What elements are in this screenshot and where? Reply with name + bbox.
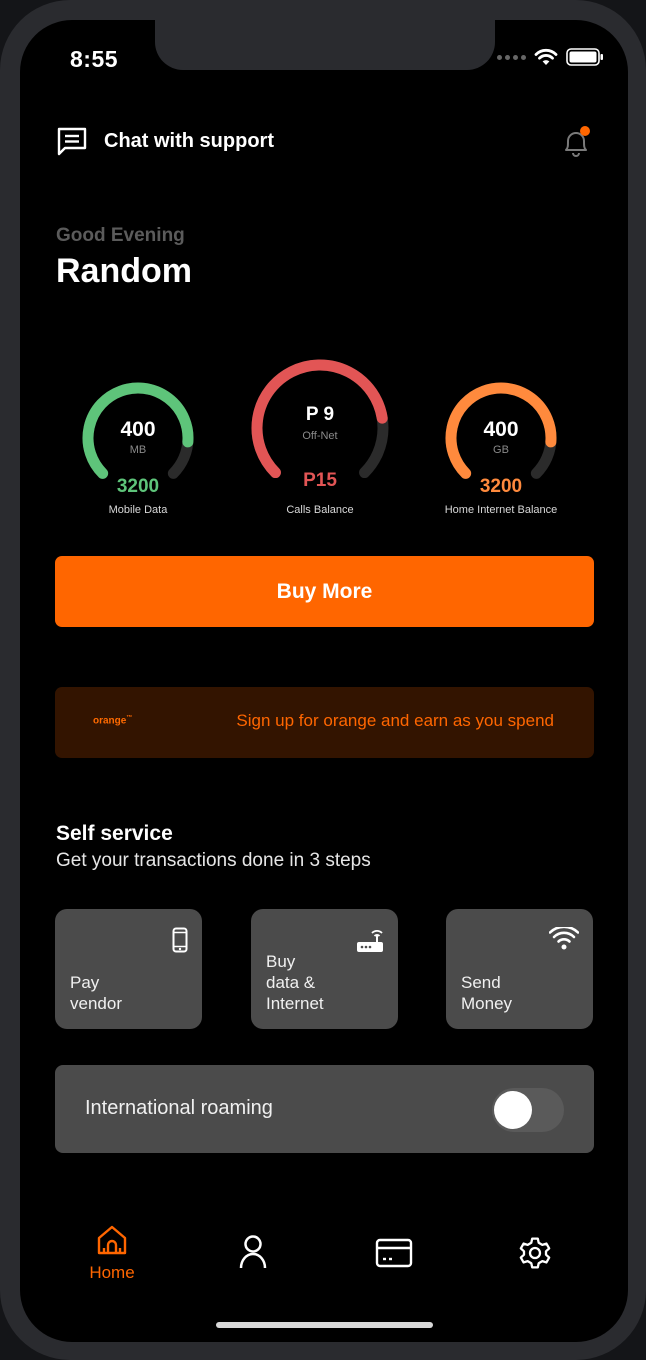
wifi-status-icon <box>534 48 558 65</box>
roaming-toggle[interactable] <box>492 1088 564 1132</box>
buy-data-tile[interactable]: Buy data & Internet <box>251 909 398 1029</box>
gauge-total: 3200 <box>116 476 160 497</box>
gauge-unit: MB <box>129 444 147 456</box>
tile-label: Send Money <box>461 973 513 1013</box>
tab-home[interactable]: Home <box>72 1224 152 1283</box>
gauge-total: P15 <box>303 470 337 491</box>
international-roaming-row: International roaming <box>55 1065 594 1153</box>
notch <box>155 20 495 70</box>
wifi-icon <box>549 927 579 950</box>
home-indicator <box>216 1322 433 1328</box>
home-internet-gauge: 400 GB 3200 Home Internet Balance <box>440 377 562 516</box>
roaming-label: International roaming <box>85 1097 273 1119</box>
status-icons <box>497 48 604 66</box>
device-frame: 8:55 Chat with support Good Evening Rand… <box>0 0 646 1360</box>
battery-icon <box>566 48 603 66</box>
toggle-knob <box>494 1091 532 1129</box>
status-time: 8:55 <box>70 46 119 72</box>
chat-label: Chat with support <box>104 129 274 152</box>
tab-settings[interactable] <box>495 1224 575 1275</box>
gauge-label: Home Internet Balance <box>444 504 558 516</box>
home-icon <box>97 1225 127 1255</box>
buy-more-button[interactable]: Buy More <box>55 556 594 627</box>
chat-icon <box>57 127 87 156</box>
phone-icon <box>172 927 188 953</box>
send-money-tile[interactable]: Send Money <box>446 909 593 1029</box>
tab-profile[interactable] <box>213 1224 293 1275</box>
profile-icon <box>239 1235 267 1269</box>
settings-icon <box>519 1237 551 1269</box>
router-icon <box>357 930 383 952</box>
user-name: Random <box>56 252 192 290</box>
gauge-value: 400 <box>120 418 156 441</box>
signal-icon <box>497 54 526 60</box>
promo-banner[interactable]: orange™ Sign up for orange and earn as y… <box>55 687 594 758</box>
tile-label: Pay vendor <box>70 973 122 1013</box>
gauge-value: P 9 <box>305 404 335 425</box>
gauge-unit: Off-Net <box>302 430 338 442</box>
calls-balance-gauge: P 9 Off-Net P15 Calls Balance <box>246 354 394 516</box>
gauge-value: 400 <box>483 418 519 441</box>
notification-bell-icon[interactable] <box>560 124 592 160</box>
gauge-total: 3200 <box>479 476 523 497</box>
pay-vendor-tile[interactable]: Pay vendor <box>55 909 202 1029</box>
self-service-subtitle: Get your transactions done in 3 steps <box>56 850 371 871</box>
gauge-unit: GB <box>493 444 509 456</box>
tab-home-label: Home <box>89 1263 135 1282</box>
orange-logo: orange™ <box>93 715 133 727</box>
promo-text: Sign up for orange and earn as you spend <box>236 711 554 730</box>
self-service-title: Self service <box>56 822 173 845</box>
greeting-text: Good Evening <box>56 225 185 246</box>
mobile-data-gauge: 400 MB 3200 Mobile Data <box>77 377 199 516</box>
screen: 8:55 Chat with support Good Evening Rand… <box>20 20 628 1342</box>
card-icon <box>375 1238 413 1268</box>
chat-support-button[interactable]: Chat with support <box>56 126 274 156</box>
tab-wallet[interactable] <box>354 1224 434 1273</box>
tile-label: Buy data & Internet <box>266 952 324 1013</box>
